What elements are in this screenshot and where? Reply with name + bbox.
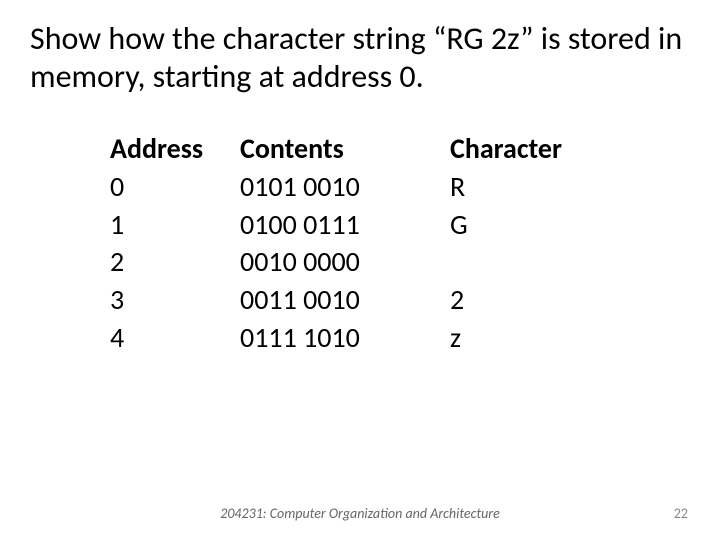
cell-address: 2 bbox=[110, 243, 240, 281]
cell-address: 4 bbox=[110, 319, 240, 357]
table-row: 2 0010 0000 bbox=[110, 243, 610, 281]
table-header-row: Address Contents Character bbox=[110, 130, 610, 168]
cell-contents: 0010 0000 bbox=[240, 243, 450, 281]
cell-character: R bbox=[450, 168, 610, 206]
cell-character: G bbox=[450, 206, 610, 244]
table-row: 0 0101 0010 R bbox=[110, 168, 610, 206]
cell-address: 3 bbox=[110, 281, 240, 319]
header-character: Character bbox=[450, 130, 610, 168]
page-number: 22 bbox=[674, 505, 688, 522]
cell-contents: 0011 0010 bbox=[240, 281, 450, 319]
cell-contents: 0111 1010 bbox=[240, 319, 450, 357]
cell-character bbox=[450, 243, 610, 281]
memory-table: Address Contents Character 0 0101 0010 R… bbox=[110, 130, 610, 357]
slide-footer: 204231: Computer Organization and Archit… bbox=[0, 505, 720, 522]
cell-address: 0 bbox=[110, 168, 240, 206]
cell-contents: 0101 0010 bbox=[240, 168, 450, 206]
cell-character: 2 bbox=[450, 281, 610, 319]
cell-address: 1 bbox=[110, 206, 240, 244]
slide: Show how the character string “RG 2z” is… bbox=[0, 0, 720, 540]
header-contents: Contents bbox=[240, 130, 450, 168]
cell-contents: 0100 0111 bbox=[240, 206, 450, 244]
table-row: 3 0011 0010 2 bbox=[110, 281, 610, 319]
header-address: Address bbox=[110, 130, 240, 168]
table-row: 1 0100 0111 G bbox=[110, 206, 610, 244]
table-row: 4 0111 1010 z bbox=[110, 319, 610, 357]
slide-title: Show how the character string “RG 2z” is… bbox=[30, 20, 690, 97]
cell-character: z bbox=[450, 319, 610, 357]
